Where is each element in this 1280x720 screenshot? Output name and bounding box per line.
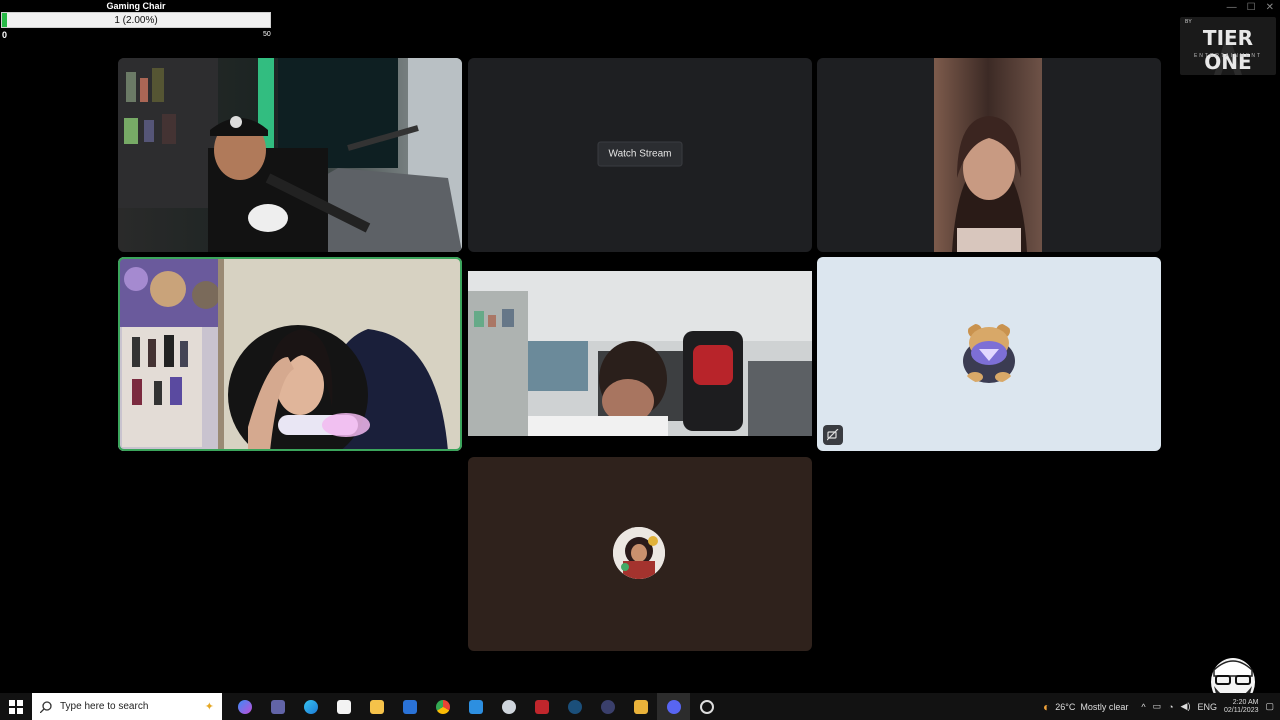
weather-widget[interactable]: ◐ 26°C Mostly clear	[1043, 700, 1128, 714]
participant-avatar-small	[613, 527, 665, 579]
mail-icon[interactable]	[393, 693, 426, 720]
maximize-icon[interactable]: ☐	[1247, 2, 1256, 13]
search-placeholder: Type here to search	[60, 701, 149, 712]
logo-by: BY	[1185, 19, 1192, 25]
notepad-icon[interactable]	[459, 693, 492, 720]
language-indicator[interactable]: ENG	[1197, 702, 1217, 712]
clock-time: 2:20 AM	[1232, 698, 1259, 706]
clock[interactable]: 2:20 AM 02/11/2023	[1224, 699, 1259, 715]
participant-desk-video	[468, 271, 812, 436]
notifications-icon[interactable]: ▢	[1265, 701, 1274, 712]
app-icon[interactable]	[492, 693, 525, 720]
watch-stream-button[interactable]: Watch Stream	[597, 141, 683, 167]
participant-portrait-video	[934, 58, 1042, 252]
streamer-webcam-video	[118, 58, 462, 252]
volume-icon[interactable]: ◀)	[1181, 701, 1191, 712]
logo-subtitle: ENTERTAINMENT	[1193, 53, 1263, 59]
video-tile-avatar-participant[interactable]	[817, 257, 1161, 451]
taskbar-search-box[interactable]: Type here to search ✦	[32, 693, 222, 720]
goal-progress-bar: 1 (2.00%)	[1, 12, 271, 28]
camera-off-icon	[823, 425, 843, 445]
discord-icon[interactable]	[657, 693, 690, 720]
video-tile-streamer[interactable]	[118, 58, 462, 252]
tier-one-watermark-logo: BY TIER ONE ENTERTAINMENT	[1180, 17, 1276, 75]
video-tile-brown-avatar[interactable]	[468, 457, 812, 651]
search-highlight-icon[interactable]: ✦	[205, 700, 214, 713]
steam-icon[interactable]	[558, 693, 591, 720]
minimize-icon[interactable]: —	[1227, 2, 1237, 13]
file-explorer-icon[interactable]	[360, 693, 393, 720]
video-tile-participant-desk[interactable]	[468, 271, 812, 436]
wifi-icon[interactable]: ◔	[1168, 702, 1173, 712]
start-button[interactable]	[0, 693, 32, 720]
search-icon	[40, 700, 52, 713]
edge-icon[interactable]	[294, 693, 327, 720]
clock-date: 02/11/2023	[1223, 706, 1259, 714]
video-tile-screen-share: Watch Stream	[468, 58, 812, 252]
speaking-participant-video	[118, 257, 462, 451]
streaming-app-icon[interactable]	[525, 693, 558, 720]
moon-weather-icon: ◐	[1042, 699, 1051, 714]
goal-max-label: 50	[263, 31, 271, 38]
windows-logo-icon	[9, 699, 23, 714]
goal-value: 1 (2.00%)	[114, 15, 158, 26]
store-icon[interactable]	[327, 693, 360, 720]
close-icon[interactable]: ✕	[1266, 2, 1274, 13]
window-controls: — ☐ ✕	[1227, 2, 1274, 13]
chevron-up-icon[interactable]: ^	[1141, 702, 1145, 712]
video-tile-speaking-participant[interactable]	[118, 257, 462, 451]
teams-icon[interactable]	[261, 693, 294, 720]
taskbar-pinned-apps	[228, 693, 723, 720]
network-icon[interactable]: ▭	[1153, 701, 1162, 712]
weather-temperature: 26°C	[1055, 701, 1076, 712]
logo-name: TIER ONE	[1202, 26, 1254, 74]
goal-title: Gaming Chair	[106, 1, 166, 11]
obs-icon[interactable]	[591, 693, 624, 720]
tool-icon[interactable]	[624, 693, 657, 720]
system-tray: ◐ 26°C Mostly clear ^ ▭ ◔ ◀) ENG 2:20 AM…	[1043, 693, 1280, 720]
copilot-icon[interactable]	[228, 693, 261, 720]
windows-taskbar: Type here to search ✦ ◐ 26°C Mostly clea…	[0, 693, 1280, 720]
donation-goal-widget: Gaming Chair 1 (2.00%) 0 50	[0, 0, 272, 40]
chrome-icon[interactable]	[426, 693, 459, 720]
weather-description: Mostly clear	[1080, 701, 1129, 712]
video-tile-participant-portrait[interactable]	[817, 58, 1161, 252]
goal-min-label: 0	[2, 30, 8, 40]
participant-avatar	[957, 321, 1021, 385]
recorder-icon[interactable]	[690, 693, 723, 720]
